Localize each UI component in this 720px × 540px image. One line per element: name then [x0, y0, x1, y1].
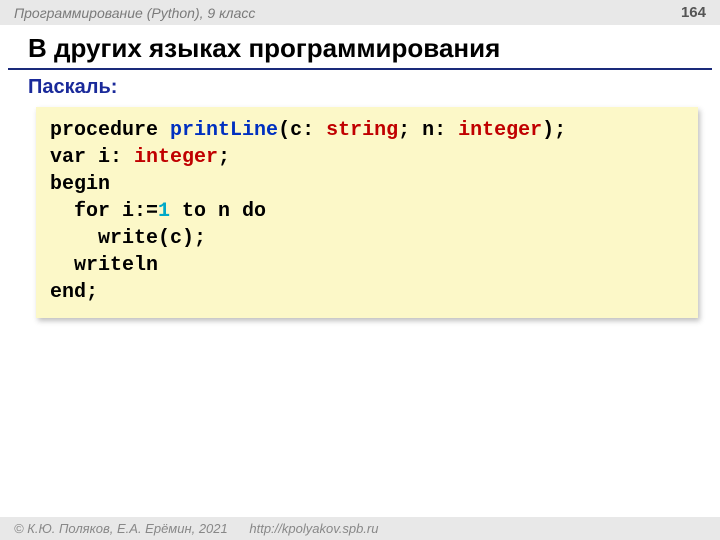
page-number: 164: [681, 4, 706, 21]
page-title: В других языках программирования: [8, 25, 712, 70]
subtitle-pascal: Паскаль:: [0, 70, 720, 105]
code-text: for i:=: [50, 200, 158, 223]
code-type-string: string: [326, 119, 398, 142]
footer-bar: © К.Ю. Поляков, Е.А. Ерёмин, 2021 http:/…: [0, 517, 720, 540]
code-text: procedure: [50, 119, 170, 142]
footer-url: http://kpolyakov.spb.ru: [249, 521, 378, 536]
code-text: to n do: [170, 200, 266, 223]
code-text: begin: [50, 173, 110, 196]
code-type-integer: integer: [134, 146, 218, 169]
course-label: Программирование (Python), 9 класс: [14, 5, 255, 21]
header-bar: Программирование (Python), 9 класс 164: [0, 0, 720, 25]
code-text: writeln: [50, 254, 158, 277]
code-text: (c:: [278, 119, 326, 142]
copyright-text: © К.Ю. Поляков, Е.А. Ерёмин, 2021: [14, 521, 228, 536]
code-text: var i:: [50, 146, 134, 169]
code-proc-name: printLine: [170, 119, 278, 142]
code-text: ; n:: [398, 119, 458, 142]
code-text: ;: [218, 146, 230, 169]
code-number: 1: [158, 200, 170, 223]
code-text: );: [542, 119, 566, 142]
pascal-code-block: procedure printLine(c: string; n: intege…: [36, 107, 698, 318]
code-text: write(c);: [50, 227, 206, 250]
code-type-integer: integer: [458, 119, 542, 142]
code-text: end;: [50, 281, 98, 304]
